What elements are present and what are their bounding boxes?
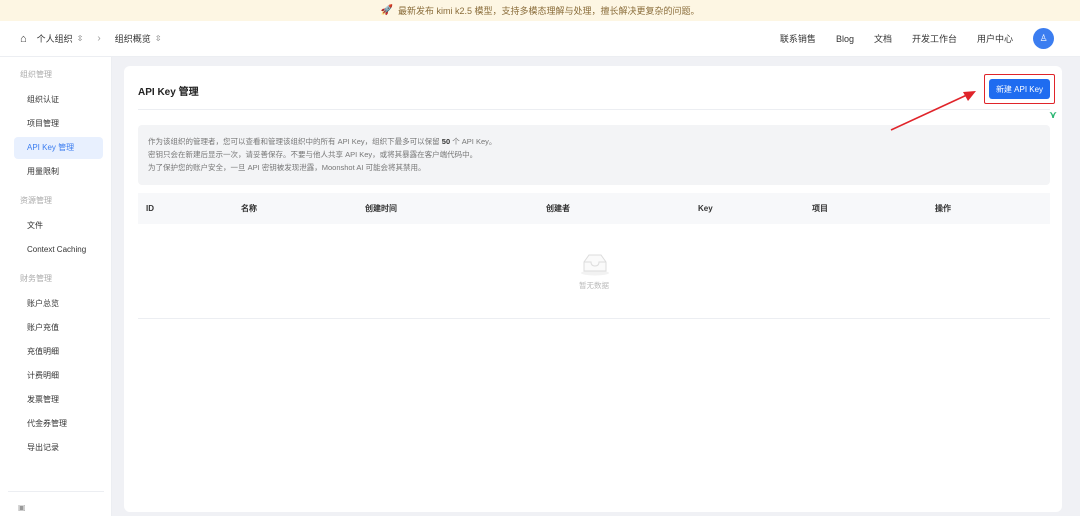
updown-icon: ⇳	[76, 34, 84, 43]
green-extension-icon[interactable]: ⋎	[1049, 110, 1057, 121]
sidebar-item-billing-details[interactable]: 计费明细	[0, 365, 103, 387]
highlight-box: 新建 API Key	[984, 74, 1055, 104]
sidebar-item-account-overview[interactable]: 账户总览	[0, 293, 103, 315]
breadcrumb-separator-icon: ›	[97, 33, 101, 44]
empty-inbox-icon	[581, 254, 609, 276]
info-line-1-suffix: 个 API Key。	[452, 137, 497, 146]
empty-state: 暂无数据	[138, 224, 1050, 319]
sidebar-group-finance: 财务管理	[20, 274, 52, 283]
column-header-created-at[interactable]: 创建时间	[365, 203, 397, 214]
sidebar-item-files[interactable]: 文件	[0, 215, 103, 237]
sidebar-item-api-keys[interactable]: API Key 管理	[14, 137, 103, 159]
empty-text: 暂无数据	[579, 281, 609, 290]
org-name: 个人组织	[36, 34, 73, 44]
page-selector[interactable]: 组织概览 ⇳	[115, 32, 162, 45]
info-line-1-text: 作为该组织的管理者，您可以查看和管理该组织中的所有 API Key，组织下最多可…	[148, 137, 440, 146]
org-selector[interactable]: 个人组织 ⇳	[37, 32, 84, 45]
rocket-icon: 🚀	[380, 5, 393, 16]
sidebar-item-org-verify[interactable]: 组织认证	[0, 89, 103, 111]
updown-icon: ⇳	[154, 34, 162, 43]
column-header-key[interactable]: Key	[698, 204, 713, 213]
page-name: 组织概览	[114, 34, 151, 44]
sidebar-item-projects[interactable]: 项目管理	[0, 113, 103, 135]
top-navigation: ⌂ 个人组织 ⇳ › 组织概览 ⇳ 联系销售 Blog 文档 开发工作台 用户中…	[0, 21, 1080, 57]
column-header-actions[interactable]: 操作	[935, 203, 951, 214]
sidebar-item-context-caching[interactable]: Context Caching	[0, 239, 103, 261]
banner-text: 最新发布 kimi k2.5 模型，支持多模态理解与处理，擅长解决更复杂的问题。	[397, 6, 700, 16]
sidebar: 组织管理 组织认证 项目管理 API Key 管理 用量限制 资源管理 文件 C…	[0, 57, 112, 516]
home-icon[interactable]: ⌂	[20, 33, 27, 45]
column-header-name[interactable]: 名称	[241, 203, 257, 214]
new-api-key-button[interactable]: 新建 API Key	[989, 79, 1050, 99]
sidebar-item-recharge[interactable]: 账户充值	[0, 317, 103, 339]
sidebar-item-recharge-details[interactable]: 充值明细	[0, 341, 103, 363]
nav-link-blog[interactable]: Blog	[836, 34, 854, 44]
sidebar-group-org: 组织管理	[20, 70, 52, 79]
column-header-creator[interactable]: 创建者	[546, 203, 570, 214]
nav-link-workbench[interactable]: 开发工作台	[912, 32, 957, 45]
sidebar-divider	[8, 491, 104, 492]
sidebar-item-invoices[interactable]: 发票管理	[0, 389, 103, 411]
nav-link-sales[interactable]: 联系销售	[780, 32, 816, 45]
user-icon: ♙	[1039, 33, 1048, 43]
announcement-banner[interactable]: 🚀 最新发布 kimi k2.5 模型，支持多模态理解与处理，擅长解决更复杂的问…	[0, 0, 1080, 21]
avatar[interactable]: ♙	[1033, 28, 1054, 49]
page-title: API Key 管理	[138, 87, 199, 98]
info-line-1: 作为该组织的管理者，您可以查看和管理该组织中的所有 API Key，组织下最多可…	[148, 135, 1040, 148]
max-keys-count: 50	[441, 137, 451, 146]
info-line-2: 密钥只会在新建后显示一次，请妥善保存。不要与他人共享 API Key，或将其暴露…	[148, 150, 478, 159]
table-header: ID 名称 创建时间 创建者 Key 项目 操作	[138, 193, 1050, 224]
column-header-project[interactable]: 项目	[812, 203, 828, 214]
annotation-arrow-icon	[890, 91, 976, 131]
sidebar-item-vouchers[interactable]: 代金券管理	[0, 413, 103, 435]
nav-link-docs[interactable]: 文档	[874, 32, 892, 45]
sidebar-item-limits[interactable]: 用量限制	[0, 161, 103, 183]
nav-link-user-center[interactable]: 用户中心	[977, 32, 1013, 45]
sidebar-item-export-records[interactable]: 导出记录	[0, 437, 103, 459]
column-header-id[interactable]: ID	[146, 204, 154, 213]
info-notice: 作为该组织的管理者，您可以查看和管理该组织中的所有 API Key，组织下最多可…	[138, 125, 1050, 185]
sidebar-group-resources: 资源管理	[20, 196, 52, 205]
info-line-3: 为了保护您的账户安全，一旦 API 密钥被发现泄露，Moonshot AI 可能…	[148, 163, 426, 172]
collapse-sidebar-icon[interactable]: ▣	[18, 503, 26, 512]
